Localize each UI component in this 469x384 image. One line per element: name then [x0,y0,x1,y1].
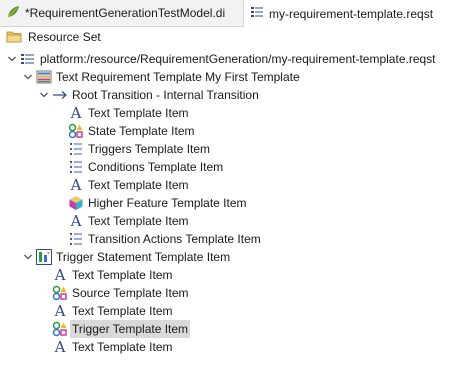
leaf-model-icon [6,5,20,22]
text-item-icon: A [70,104,82,122]
chevron-down-icon[interactable] [22,248,34,266]
tab-di-model[interactable]: *RequirementGenerationTestModel.di [0,0,242,26]
tree-node-label: Trigger Statement Template Item [56,250,231,264]
tree-node[interactable]: A Text Template Item [0,338,469,356]
tree-node[interactable]: Higher Feature Template Item [0,194,469,212]
tree-node-label: Triggers Template Item [88,142,211,156]
state-item-icon [68,123,84,139]
tree-node-label: platform:/resource/RequirementGeneration… [40,52,436,66]
tree-node[interactable]: A Text Template Item [0,266,469,284]
tree-node[interactable]: Source Template Item [0,284,469,302]
tab-reqst-file[interactable]: my-requirement-template.reqst [243,0,469,27]
tree-node[interactable]: Text Requirement Template My First Templ… [0,68,469,86]
tree-node-label: Higher Feature Template Item [88,196,247,210]
text-item-icon: A [54,302,66,320]
tree-node[interactable]: State Template Item [0,122,469,140]
tree-node[interactable]: Root Transition - Internal Transition [0,86,469,104]
tree-node[interactable]: A Text Template Item [0,176,469,194]
list-item-icon [68,159,84,175]
model-tree: platform:/resource/RequirementGeneration… [0,50,469,356]
tree-node[interactable]: Conditions Template Item [0,158,469,176]
resource-set-header: Resource Set [0,27,469,47]
chevron-down-icon[interactable] [38,86,50,104]
state-item-icon [52,321,68,337]
tree-node[interactable]: Trigger Template Item [0,320,469,338]
tree-node-label: Text Template Item [88,178,189,192]
tree-node[interactable]: Transition Actions Template Item [0,230,469,248]
list-item-icon [68,231,84,247]
tree-node-label: Text Requirement Template My First Templ… [56,70,300,84]
text-item-icon: A [54,266,66,284]
template-icon [36,69,52,85]
tree-node[interactable]: A Text Template Item [0,212,469,230]
chevron-down-icon[interactable] [22,68,34,86]
tree-node-label: Source Template Item [72,286,189,300]
tree-node[interactable]: platform:/resource/RequirementGeneration… [0,50,469,68]
tree-node[interactable]: A Text Template Item [0,302,469,320]
text-item-icon: A [54,338,66,356]
tree-node-label: Text Template Item [72,304,173,318]
tree-node-label: Text Template Item [72,340,173,354]
tree-node-label: Text Template Item [72,268,173,282]
list-item-icon [68,141,84,157]
tree-node-label: Conditions Template Item [88,160,224,174]
text-item-icon: A [70,176,82,194]
tree-node-label: Text Template Item [88,214,189,228]
resource-set-label: Resource Set [28,30,101,44]
tree-node-label: Transition Actions Template Item [88,232,261,246]
cube-icon [68,195,84,211]
tree-node[interactable]: Trigger Statement Template Item [0,248,469,266]
requirement-template-file-icon [250,5,264,22]
tree-node[interactable]: A Text Template Item [0,104,469,122]
tab-di-model-label: *RequirementGenerationTestModel.di [25,6,226,20]
chevron-down-icon[interactable] [6,50,18,68]
tree-node-label: Trigger Template Item [70,320,191,338]
resource-file-icon [20,51,36,67]
tree-node-label: State Template Item [88,124,195,138]
editor-tab-bar: *RequirementGenerationTestModel.di my-re… [0,0,469,27]
tab-reqst-file-label: my-requirement-template.reqst [269,6,434,21]
tree-node-label: Text Template Item [88,106,189,120]
tree-node-label: Root Transition - Internal Transition [72,88,259,102]
state-item-icon [52,285,68,301]
transition-arrow-icon [52,87,68,103]
folder-icon [6,29,22,46]
trigger-statement-icon [36,249,52,265]
text-item-icon: A [70,212,82,230]
tree-node[interactable]: Triggers Template Item [0,140,469,158]
